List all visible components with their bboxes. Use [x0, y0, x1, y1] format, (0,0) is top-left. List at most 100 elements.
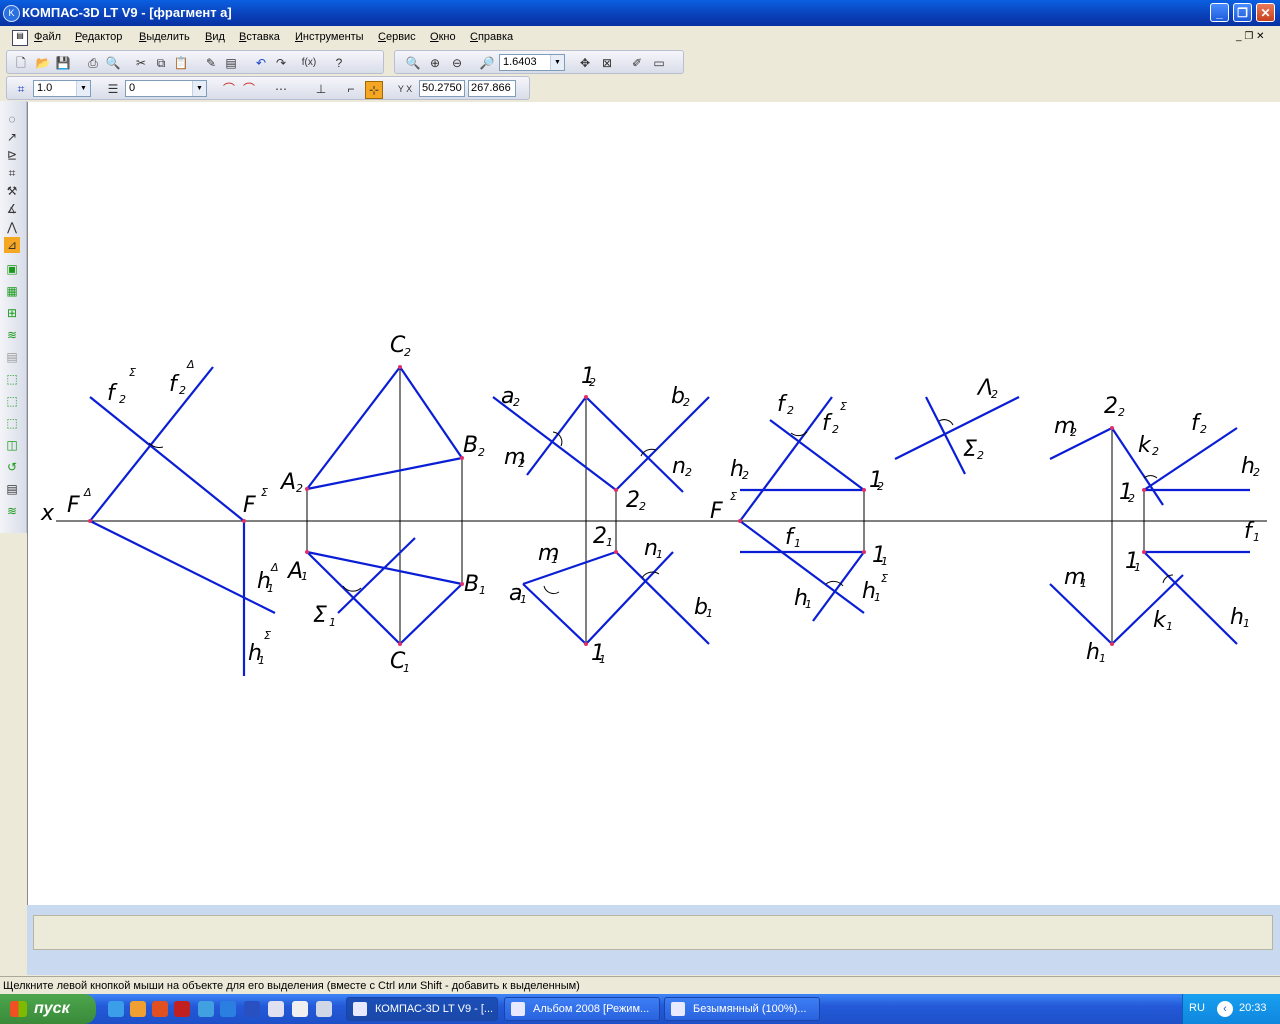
frame-icon[interactable]: ⬚ — [4, 371, 20, 387]
menu-bar: ▤ Файл Редактор Выделить Вид Вставка Инс… — [0, 26, 1280, 48]
dimensions-icon[interactable]: ↗ — [4, 129, 20, 145]
svg-text:1: 1 — [551, 553, 558, 566]
svg-text:2: 2 — [742, 469, 749, 482]
measure-icon[interactable]: ∡ — [4, 201, 20, 217]
function-icon[interactable]: f(x) — [301, 55, 317, 71]
local-cs-icon[interactable]: ⊥ — [313, 81, 329, 97]
menu-service[interactable]: Сервис — [378, 31, 416, 43]
minimize-button[interactable]: _ — [1210, 3, 1229, 22]
designations-icon[interactable]: ⊵ — [4, 147, 20, 163]
menu-view[interactable]: Вид — [205, 31, 225, 43]
cut-icon[interactable]: ✂ — [133, 55, 149, 71]
menu-window[interactable]: Окно — [430, 31, 456, 43]
parameterization-icon[interactable]: ⊹ — [365, 81, 383, 99]
redo-icon[interactable]: ↷ — [273, 55, 289, 71]
menu-help[interactable]: Справка — [470, 31, 513, 43]
menu-file[interactable]: Файл — [34, 31, 61, 43]
select-icon[interactable]: ⋀ — [4, 219, 20, 235]
fit-all-icon[interactable]: ⊠ — [599, 55, 615, 71]
grid-step-icon[interactable]: ⌗ — [13, 81, 29, 97]
view-toolbar: 🔍 ⊕ ⊖ 🔎 1.6403 ▼ ✥ ⊠ ✐ ▭ — [394, 50, 684, 74]
task-kompas[interactable]: КОМПАС-3D LT V9 - [... — [346, 997, 498, 1021]
regenerate-icon[interactable]: ✐ — [629, 55, 645, 71]
pan-icon[interactable]: ✥ — [577, 55, 593, 71]
start-button[interactable]: пуск — [0, 994, 96, 1024]
hatch-icon[interactable]: ≋ — [4, 503, 20, 519]
word-icon[interactable] — [244, 1001, 260, 1017]
geometry-icon[interactable]: ◌ — [4, 111, 20, 127]
label-n2: n — [672, 454, 686, 479]
rotate-icon[interactable]: ↺ — [4, 459, 20, 475]
undo-icon[interactable]: ↶ — [253, 55, 269, 71]
print-preview-icon[interactable]: 🔍 — [105, 55, 121, 71]
menu-insert[interactable]: Вставка — [239, 31, 280, 43]
zoom-scale-icon[interactable]: 🔎 — [479, 55, 495, 71]
task-kompas-label: КОМПАС-3D LT V9 - [... — [375, 1003, 494, 1015]
paste-icon[interactable]: 📋 — [173, 55, 189, 71]
parametrize-icon[interactable]: ⚒ — [4, 183, 20, 199]
ortho-icon[interactable]: ⌐ — [343, 81, 359, 97]
line-scale-combo[interactable]: 1.0 ▼ — [33, 80, 91, 97]
constraints-icon[interactable]: ⊿ — [4, 237, 20, 253]
doc-minimize-button[interactable]: _ ❐ ✕ — [1236, 31, 1264, 42]
notes-icon[interactable]: ▤ — [223, 55, 239, 71]
reports-icon[interactable]: ▦ — [4, 283, 20, 299]
snap-settings-icon[interactable]: ⌒ — [241, 81, 257, 97]
print-icon[interactable]: ⎙ — [85, 55, 101, 71]
attributes-icon[interactable]: ▤ — [4, 481, 20, 497]
coord-x-field[interactable]: 50.2750 — [419, 80, 465, 97]
frame2-icon[interactable]: ⬚ — [4, 393, 20, 409]
open-file-icon[interactable]: 📂 — [35, 55, 51, 71]
frame3-icon[interactable]: ⬚ — [4, 415, 20, 431]
document-icon[interactable]: ▤ — [12, 30, 28, 46]
svg-text:1: 1 — [1134, 561, 1141, 574]
grid-icon[interactable]: ⋯ — [273, 81, 289, 97]
task-paint-label: Безымянный (100%)... — [693, 1003, 807, 1015]
ie-icon[interactable] — [220, 1001, 236, 1017]
menu-select[interactable]: Выделить — [139, 31, 190, 43]
svg-text:Δ: Δ — [270, 561, 279, 574]
copy-icon[interactable]: ⧉ — [153, 55, 169, 71]
zoom-combo[interactable]: 1.6403 ▼ — [499, 54, 565, 71]
close-button[interactable]: ✕ — [1256, 3, 1275, 22]
opera-icon[interactable] — [174, 1001, 190, 1017]
zoom-window-icon[interactable]: 🔍 — [405, 55, 421, 71]
display-icon[interactable]: ▭ — [651, 55, 667, 71]
save-icon[interactable]: 💾 — [55, 55, 71, 71]
zoom-out-icon[interactable]: ⊖ — [449, 55, 465, 71]
maximize-button[interactable]: ❐ — [1233, 3, 1252, 22]
label-h1-d: h — [1086, 640, 1100, 665]
menu-tools[interactable]: Инструменты — [295, 31, 364, 43]
app-icon[interactable] — [268, 1001, 284, 1017]
new-file-icon[interactable]: 🗋 — [13, 55, 29, 71]
svg-text:2: 2 — [877, 480, 884, 493]
chevron-left-icon[interactable]: ‹ — [1217, 1001, 1233, 1017]
spec-icon[interactable]: ▣ — [4, 261, 20, 277]
label-f2-sigma: f — [107, 381, 118, 406]
library-icon[interactable]: ≋ — [4, 327, 20, 343]
coord-y-field[interactable]: 267.866 — [468, 80, 516, 97]
zoom-in-icon[interactable]: ⊕ — [427, 55, 443, 71]
browser-icon[interactable] — [152, 1001, 168, 1017]
task-paint[interactable]: Безымянный (100%)... — [664, 997, 820, 1021]
desktop-icon[interactable] — [316, 1001, 332, 1017]
firefox-icon[interactable] — [130, 1001, 146, 1017]
svg-text:2: 2 — [977, 449, 984, 462]
layer-combo[interactable]: 0 ▼ — [125, 80, 207, 97]
svg-text:1: 1 — [1243, 617, 1250, 630]
search-icon[interactable] — [198, 1001, 214, 1017]
macro-icon[interactable]: ▤ — [4, 349, 20, 365]
properties-icon[interactable]: ✎ — [203, 55, 219, 71]
snap-magnet-icon[interactable]: ⌒ — [221, 81, 237, 97]
editing-icon[interactable]: ⌗ — [4, 165, 20, 181]
language-indicator[interactable]: RU — [1189, 1002, 1205, 1014]
layers-icon[interactable]: ☰ — [105, 81, 121, 97]
drawing-canvas[interactable]: x f f F F h h A A B B C C Σ a b m n 1 2 … — [27, 102, 1280, 905]
task-album[interactable]: Альбом 2008 [Режим... — [504, 997, 660, 1021]
media-icon[interactable] — [292, 1001, 308, 1017]
frame4-icon[interactable]: ◫ — [4, 437, 20, 453]
help-pointer-icon[interactable]: ? — [331, 55, 347, 71]
insert-icon[interactable]: ⊞ — [4, 305, 20, 321]
quicklaunch-icon[interactable] — [108, 1001, 124, 1017]
menu-editor[interactable]: Редактор — [75, 31, 122, 43]
